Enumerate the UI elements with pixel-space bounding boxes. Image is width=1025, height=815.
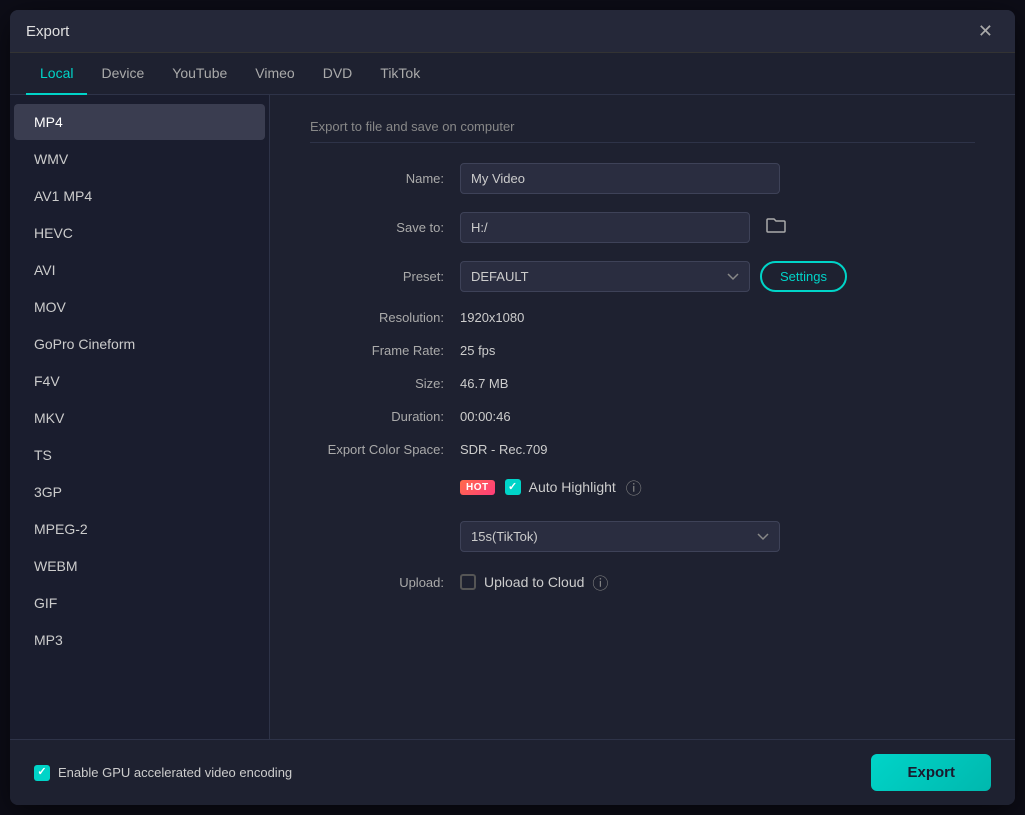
auto-highlight-checkbox[interactable]: ✓ [505,479,521,495]
upload-cloud-checkbox[interactable] [460,574,476,590]
gpu-check: ✓ Enable GPU accelerated video encoding [34,765,292,781]
save-to-controls [460,212,794,243]
highlight-duration-select[interactable]: 15s(TikTok) 30s 60s Custom [460,521,780,552]
upload-row: Upload: Upload to Cloud ⓘ [310,570,975,594]
size-label: Size: [310,376,460,391]
format-item-webm[interactable]: WEBM [14,548,265,584]
tabs-row: Local Device YouTube Vimeo DVD TikTok [10,53,1015,95]
duration-row: Duration: 00:00:46 [310,409,975,424]
format-item-mkv[interactable]: MKV [14,400,265,436]
gpu-checkbox[interactable]: ✓ [34,765,50,781]
settings-button[interactable]: Settings [760,261,847,292]
framerate-row: Frame Rate: 25 fps [310,343,975,358]
format-item-wmv[interactable]: WMV [14,141,265,177]
checkmark-icon: ✓ [508,482,517,493]
name-input[interactable] [460,163,780,194]
framerate-value: 25 fps [460,343,495,358]
format-item-mov[interactable]: MOV [14,289,265,325]
highlight-controls: HOT ✓ Auto Highlight ⓘ [460,475,642,499]
save-path-input[interactable] [460,212,750,243]
format-item-hevc[interactable]: HEVC [14,215,265,251]
framerate-label: Frame Rate: [310,343,460,358]
format-item-f4v[interactable]: F4V [14,363,265,399]
size-row: Size: 46.7 MB [310,376,975,391]
hot-badge: HOT [460,480,495,495]
format-item-ts[interactable]: TS [14,437,265,473]
color-space-label: Export Color Space: [310,442,460,457]
color-space-row: Export Color Space: SDR - Rec.709 [310,442,975,457]
resolution-row: Resolution: 1920x1080 [310,310,975,325]
export-dialog: Export ✕ Local Device YouTube Vimeo DVD … [10,10,1015,805]
tab-tiktok[interactable]: TikTok [366,53,434,95]
export-button[interactable]: Export [871,754,991,791]
format-item-mp3[interactable]: MP3 [14,622,265,658]
gpu-checkmark-icon: ✓ [37,767,46,778]
format-sidebar: MP4 WMV AV1 MP4 HEVC AVI MOV GoPro Cinef… [10,95,270,790]
upload-cloud-label: Upload to Cloud [484,574,584,590]
save-to-label: Save to: [310,220,460,235]
duration-value: 00:00:46 [460,409,511,424]
preset-label: Preset: [310,269,460,284]
resolution-label: Resolution: [310,310,460,325]
tab-device[interactable]: Device [87,53,158,95]
main-panel: Export to file and save on computer Name… [270,95,1015,790]
auto-highlight-info-icon[interactable]: ⓘ [626,475,642,499]
dialog-overlay: Export ✕ Local Device YouTube Vimeo DVD … [0,0,1025,815]
highlight-duration-row: 15s(TikTok) 30s 60s Custom [310,521,975,552]
preset-row: Preset: DEFAULT Settings [310,261,975,292]
upload-label: Upload: [310,575,460,590]
upload-cloud-info-icon[interactable]: ⓘ [592,570,608,594]
format-item-3gp[interactable]: 3GP [14,474,265,510]
browse-folder-button[interactable] [758,212,794,243]
upload-cloud-checkbox-label[interactable]: Upload to Cloud [460,574,584,590]
name-row: Name: [310,163,975,194]
highlight-row: HOT ✓ Auto Highlight ⓘ [310,475,975,511]
format-item-gopro[interactable]: GoPro Cineform [14,326,265,362]
dialog-title: Export [26,23,69,40]
tab-local[interactable]: Local [26,53,87,95]
format-item-mpeg2[interactable]: MPEG-2 [14,511,265,547]
auto-highlight-checkbox-label[interactable]: ✓ Auto Highlight [505,479,616,495]
duration-label: Duration: [310,409,460,424]
name-label: Name: [310,171,460,186]
dialog-header: Export ✕ [10,10,1015,53]
preset-controls: DEFAULT Settings [460,261,847,292]
color-space-value: SDR - Rec.709 [460,442,547,457]
format-item-av1mp4[interactable]: AV1 MP4 [14,178,265,214]
save-to-row: Save to: [310,212,975,243]
section-title: Export to file and save on computer [310,119,975,143]
tab-dvd[interactable]: DVD [309,53,367,95]
footer-area: ✓ Enable GPU accelerated video encoding … [10,739,1015,805]
content-area: MP4 WMV AV1 MP4 HEVC AVI MOV GoPro Cinef… [10,95,1015,790]
format-item-gif[interactable]: GIF [14,585,265,621]
preset-select[interactable]: DEFAULT [460,261,750,292]
size-value: 46.7 MB [460,376,508,391]
gpu-label: Enable GPU accelerated video encoding [58,765,292,780]
upload-controls: Upload to Cloud ⓘ [460,570,608,594]
auto-highlight-label: Auto Highlight [529,479,616,495]
tab-vimeo[interactable]: Vimeo [241,53,308,95]
close-button[interactable]: ✕ [972,20,999,42]
format-item-avi[interactable]: AVI [14,252,265,288]
format-item-mp4[interactable]: MP4 [14,104,265,140]
resolution-value: 1920x1080 [460,310,524,325]
tab-youtube[interactable]: YouTube [158,53,241,95]
